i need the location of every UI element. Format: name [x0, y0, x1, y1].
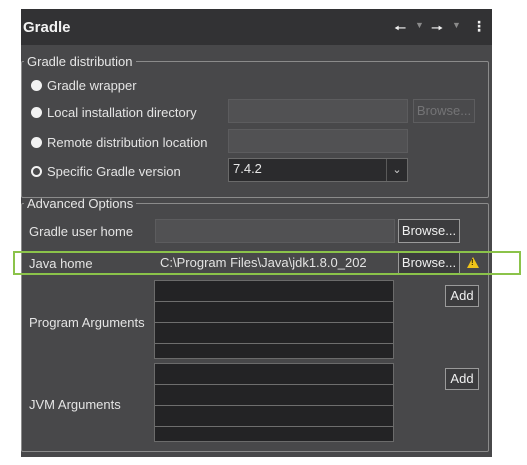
java-home-highlight	[13, 251, 521, 275]
jvm-arguments-table[interactable]	[154, 363, 394, 442]
program-arguments-table[interactable]	[154, 280, 394, 359]
arrow-right-icon[interactable]: 🠖	[431, 18, 443, 42]
radio-local-installation[interactable]: Local installation directory	[31, 105, 197, 120]
table-row[interactable]	[155, 406, 393, 427]
arrow-left-icon[interactable]: 🠔	[394, 18, 406, 42]
gradle-version-value: 7.4.2	[233, 161, 262, 176]
radio-button[interactable]	[31, 137, 42, 148]
gradle-distribution-legend: Gradle distribution	[27, 54, 133, 69]
radio-label: Local installation directory	[47, 105, 197, 120]
gradle-user-home-field[interactable]	[155, 219, 395, 243]
radio-label: Specific Gradle version	[47, 164, 181, 179]
gradle-user-home-label: Gradle user home	[29, 224, 134, 239]
gradle-preferences-panel: Gradle 🠔 ▼ 🠖 ▼ ⋮ Gradle distribution Gra…	[21, 9, 492, 457]
jvm-arguments-label: JVM Arguments	[29, 397, 121, 412]
radio-button[interactable]	[31, 80, 42, 91]
radio-label: Remote distribution location	[47, 135, 208, 150]
chevron-down-icon[interactable]: ⌄	[386, 159, 407, 181]
radio-label: Gradle wrapper	[47, 78, 137, 93]
radio-specific-version[interactable]: Specific Gradle version	[31, 164, 181, 179]
table-row[interactable]	[155, 281, 393, 302]
program-arguments-add-button[interactable]: Add	[445, 285, 479, 307]
advanced-options-legend: Advanced Options	[27, 196, 134, 211]
chevron-down-icon[interactable]: ▼	[415, 20, 424, 30]
radio-gradle-wrapper[interactable]: Gradle wrapper	[31, 78, 137, 93]
program-arguments-label: Program Arguments	[29, 315, 145, 330]
local-browse-button[interactable]: Browse...	[413, 99, 475, 123]
local-directory-field[interactable]	[228, 99, 408, 123]
gradle-user-home-browse-button[interactable]: Browse...	[398, 219, 460, 243]
table-row[interactable]	[155, 385, 393, 406]
jvm-arguments-add-button[interactable]: Add	[445, 368, 479, 390]
radio-button-selected[interactable]	[31, 166, 42, 177]
chevron-down-icon[interactable]: ▼	[452, 20, 461, 30]
table-row[interactable]	[155, 302, 393, 323]
radio-remote-distribution[interactable]: Remote distribution location	[31, 135, 207, 150]
remote-location-field[interactable]	[228, 129, 408, 153]
title-bar: Gradle 🠔 ▼ 🠖 ▼ ⋮	[21, 9, 492, 45]
gradle-version-select[interactable]: 7.4.2 ⌄	[228, 158, 408, 182]
kebab-menu-icon[interactable]: ⋮	[472, 18, 486, 35]
table-row[interactable]	[155, 323, 393, 344]
page-title: Gradle	[23, 19, 71, 36]
table-row[interactable]	[155, 364, 393, 385]
radio-button[interactable]	[31, 107, 42, 118]
